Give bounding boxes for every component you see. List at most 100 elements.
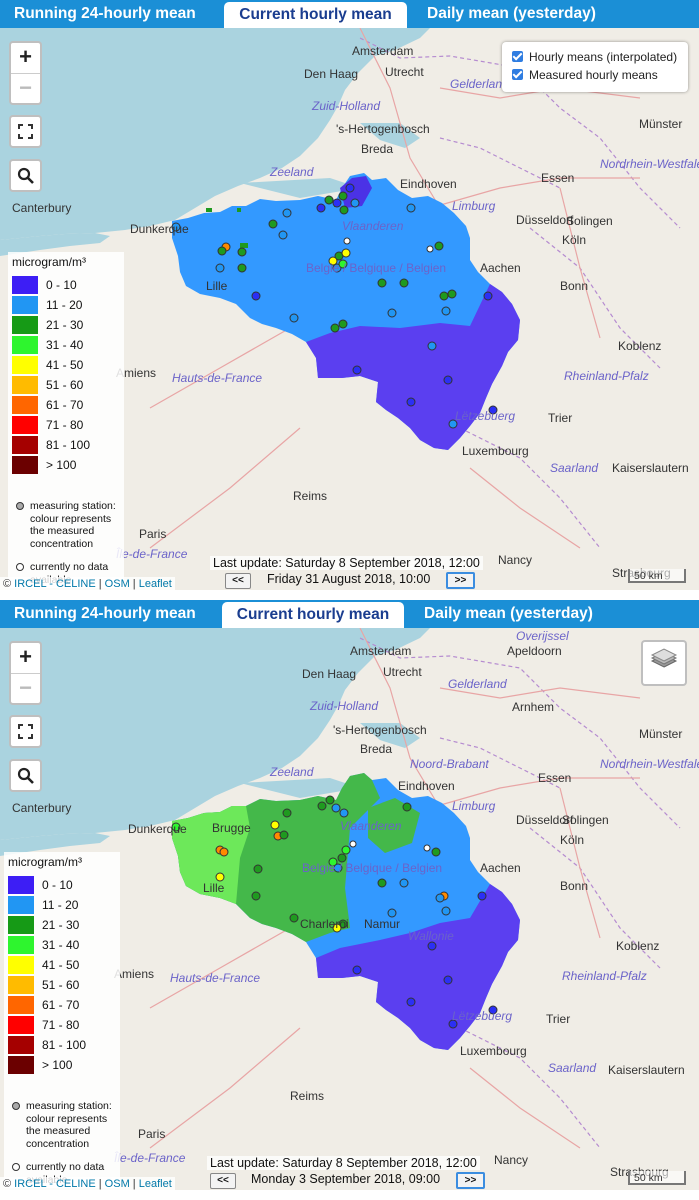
map-label: Lille bbox=[206, 279, 228, 293]
legend-label: 61 - 70 bbox=[46, 398, 84, 412]
legend-label: 41 - 50 bbox=[46, 358, 84, 372]
map-label: Den Haag bbox=[304, 67, 358, 81]
map-label: Amiens bbox=[114, 967, 154, 981]
zoom-in-button[interactable]: + bbox=[11, 43, 40, 73]
legend-label: 61 - 70 bbox=[42, 998, 80, 1012]
map-label: Essen bbox=[538, 771, 571, 785]
overlay-interpolated[interactable]: Hourly means (interpolated) bbox=[512, 48, 677, 66]
map-region-label: Gelderland bbox=[450, 77, 509, 91]
legend-swatch bbox=[12, 416, 38, 434]
legend-swatch bbox=[8, 956, 34, 974]
legend-station-note: measuring station: colour represents the… bbox=[30, 500, 116, 550]
map-region-label: Vlaanderen bbox=[340, 819, 402, 833]
legend-station-note: measuring station: colour represents the… bbox=[26, 1100, 112, 1150]
layers-icon bbox=[650, 648, 678, 668]
map-label: 's-Hertogenbosch bbox=[336, 122, 430, 136]
map-attribution: © IRCEL - CELINE | OSM | Leaflet bbox=[0, 1177, 175, 1190]
tab-current-hourly[interactable]: Current hourly mean bbox=[222, 602, 404, 628]
map-region-label: Zuid-Holland bbox=[311, 99, 380, 113]
fullscreen-button[interactable] bbox=[9, 715, 42, 748]
legend-label: 51 - 60 bbox=[42, 978, 80, 992]
legend-swatch bbox=[8, 916, 34, 934]
legend-label: 31 - 40 bbox=[46, 338, 84, 352]
zoom-out-button[interactable]: − bbox=[11, 673, 40, 704]
map-region-label: Zuid-Holland bbox=[309, 699, 378, 713]
layers-button[interactable] bbox=[641, 640, 687, 686]
legend-label: > 100 bbox=[42, 1058, 73, 1072]
shown-date: Monday 3 September 2018, 09:00 bbox=[251, 1172, 441, 1186]
map-label: Reims bbox=[290, 1089, 324, 1103]
checkbox-checked-icon[interactable] bbox=[512, 69, 523, 80]
map-label: Münster bbox=[639, 117, 682, 131]
legend-swatch bbox=[12, 316, 38, 334]
map-label: Utrecht bbox=[383, 665, 422, 679]
map-region-label: Noord-Brabant bbox=[410, 757, 489, 771]
search-button[interactable] bbox=[9, 759, 42, 792]
country-label: Belgie / Belgique / Belgien bbox=[302, 861, 442, 875]
station-dot-icon bbox=[12, 1102, 20, 1110]
checkbox-checked-icon[interactable] bbox=[512, 51, 523, 62]
overlay-layer-control: Hourly means (interpolated) Measured hou… bbox=[502, 42, 688, 92]
osm-link[interactable]: OSM bbox=[105, 578, 130, 590]
fullscreen-button[interactable] bbox=[9, 115, 42, 148]
search-icon bbox=[17, 167, 34, 184]
tab-running-24h[interactable]: Running 24-hourly mean bbox=[14, 0, 196, 28]
legend-swatch bbox=[8, 896, 34, 914]
map-region-label: Île-de-France bbox=[114, 1150, 186, 1165]
map-label: Amsterdam bbox=[352, 44, 413, 58]
osm-link[interactable]: OSM bbox=[105, 1178, 130, 1190]
map-label: Kaiserslautern bbox=[608, 1063, 685, 1077]
legend-swatch bbox=[12, 356, 38, 374]
map-label: Dunkerque bbox=[130, 222, 189, 236]
legend-swatch bbox=[8, 996, 34, 1014]
zoom-control: + − bbox=[9, 641, 42, 705]
map-label: Canterbury bbox=[12, 801, 71, 815]
leaflet-link[interactable]: Leaflet bbox=[139, 1178, 172, 1190]
legend-title: microgram/m³ bbox=[12, 255, 86, 269]
country-label: Belgie / Belgique / Belgien bbox=[306, 261, 446, 275]
irceline-link[interactable]: IRCEL - CELINE bbox=[14, 1178, 96, 1190]
map-label: Koblenz bbox=[618, 339, 661, 353]
legend-label: 51 - 60 bbox=[46, 378, 84, 392]
scale-bar: 50 km bbox=[628, 569, 686, 583]
overlay-measured[interactable]: Measured hourly means bbox=[512, 66, 658, 84]
map-label: Trier bbox=[548, 411, 572, 425]
zoom-out-button[interactable]: − bbox=[11, 73, 40, 104]
leaflet-link[interactable]: Leaflet bbox=[139, 578, 172, 590]
map-label: Arnhem bbox=[512, 700, 554, 714]
tab-current-hourly[interactable]: Current hourly mean bbox=[224, 2, 407, 28]
tab-daily-yesterday[interactable]: Daily mean (yesterday) bbox=[427, 0, 596, 28]
search-button[interactable] bbox=[9, 159, 42, 192]
map-label: Den Haag bbox=[302, 667, 356, 681]
map-region-label: Limburg bbox=[452, 799, 496, 813]
map-region-label: Gelderland bbox=[448, 677, 507, 691]
legend-swatch bbox=[8, 1036, 34, 1054]
search-icon bbox=[17, 767, 34, 784]
map-region-label: Saarland bbox=[550, 461, 598, 475]
map-view[interactable]: Amsterdam Apeldoorn Den Haag Utrecht Arn… bbox=[0, 628, 699, 1190]
legend-swatch bbox=[8, 936, 34, 954]
map-label: Luxembourg bbox=[460, 1044, 527, 1058]
map-label: Trier bbox=[546, 1012, 570, 1026]
next-hour-button[interactable]: >> bbox=[446, 572, 475, 589]
legend-swatch bbox=[12, 276, 38, 294]
map-label: Paris bbox=[139, 527, 166, 541]
previous-hour-button[interactable]: << bbox=[225, 573, 251, 589]
tab-running-24h[interactable]: Running 24-hourly mean bbox=[14, 600, 196, 628]
zoom-in-button[interactable]: + bbox=[11, 643, 40, 673]
map-label: Paris bbox=[138, 1127, 165, 1141]
irceline-link[interactable]: IRCEL - CELINE bbox=[14, 578, 96, 590]
legend-swatch bbox=[12, 396, 38, 414]
tab-daily-yesterday[interactable]: Daily mean (yesterday) bbox=[424, 600, 593, 628]
zoom-control: + − bbox=[9, 41, 42, 105]
map-region-label: Lëtzebuerg bbox=[455, 409, 515, 423]
map-region-label: Hauts-de-France bbox=[170, 971, 260, 985]
map-region-label: Île-de-France bbox=[116, 546, 188, 561]
map-label: Reims bbox=[293, 489, 327, 503]
map-view[interactable]: Amsterdam Den Haag Utrecht 's-Hertogenbo… bbox=[0, 28, 699, 590]
previous-hour-button[interactable]: << bbox=[210, 1173, 236, 1189]
legend-label: 11 - 20 bbox=[42, 898, 79, 912]
legend-swatch bbox=[8, 876, 34, 894]
map-region-label: Nordrhein-Westfalen bbox=[600, 757, 699, 771]
next-hour-button[interactable]: >> bbox=[456, 1172, 485, 1189]
